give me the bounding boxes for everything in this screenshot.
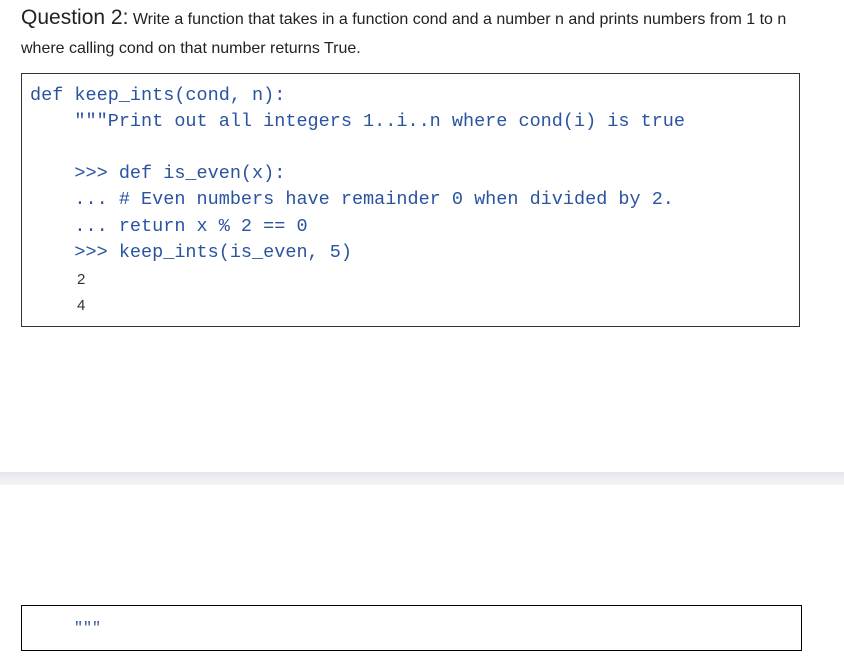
question-number: Question 2: (21, 6, 129, 29)
question-prompt: Question 2: Write a function that takes … (21, 3, 831, 63)
code-line: >>> def is_even(x): (30, 163, 286, 184)
code-line: ... # Even numbers have remainder 0 when… (30, 189, 674, 210)
code-line: >>> keep_ints(is_even, 5) (30, 242, 352, 263)
output-line: 4 (77, 297, 86, 314)
code-line: ... return x % 2 == 0 (30, 216, 308, 237)
section-divider (0, 472, 844, 485)
code-block: def keep_ints(cond, n): """Print out all… (21, 73, 800, 327)
docstring-close: """ (74, 620, 102, 637)
code-line: def keep_ints(cond, n): (30, 85, 286, 106)
question-text: Write a function that takes in a functio… (21, 11, 787, 57)
code-line: """Print out all integers 1..i..n where … (30, 111, 686, 132)
answer-code-box[interactable]: """ (21, 605, 802, 651)
output-line: 2 (77, 271, 86, 288)
